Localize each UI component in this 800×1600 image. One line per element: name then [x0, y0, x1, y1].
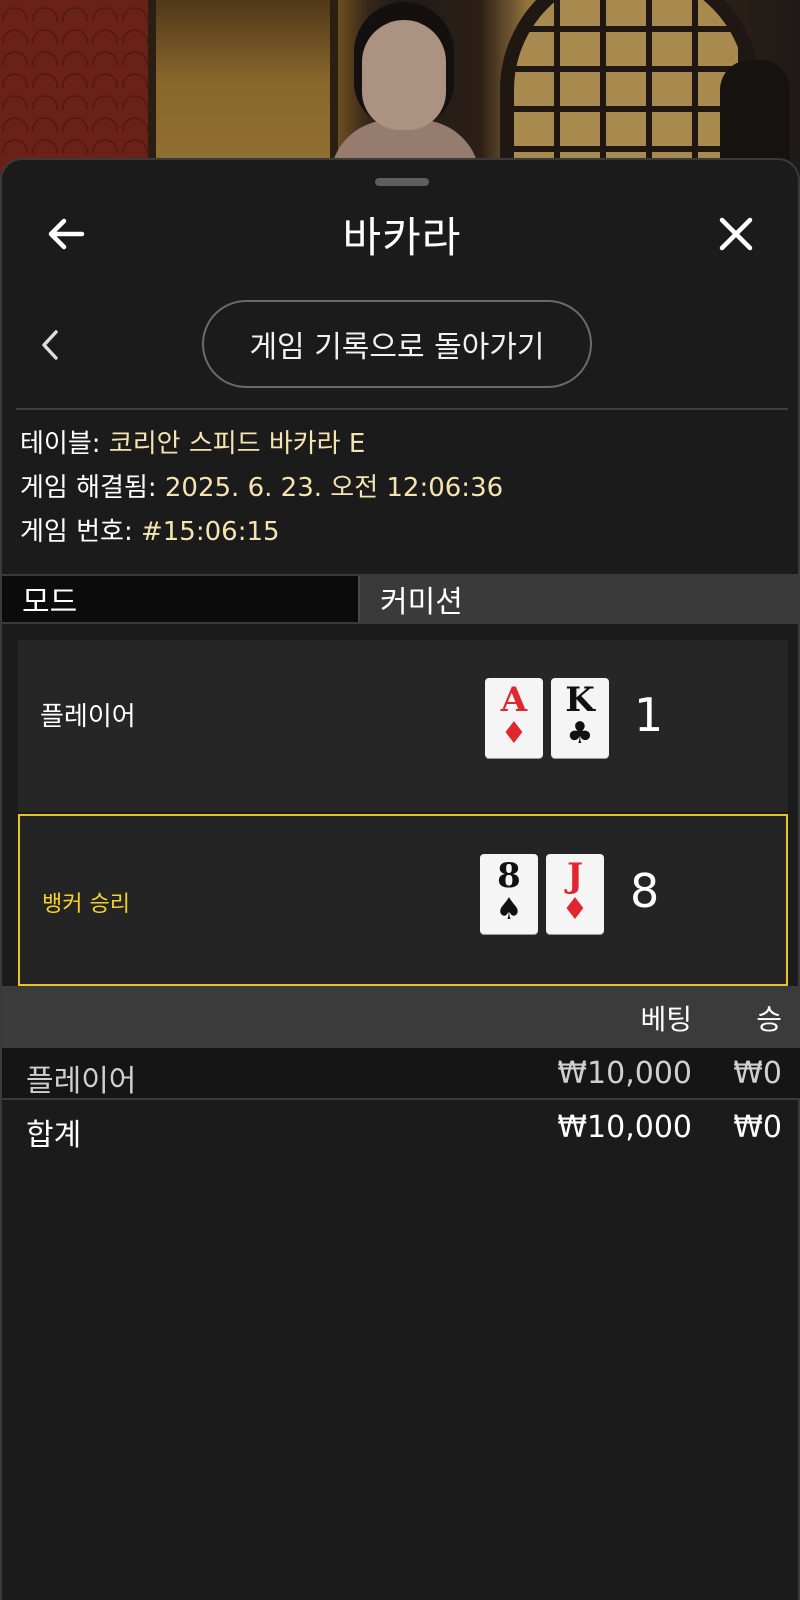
resolved-value: 2025. 6. 23. 오전 12:06:36 [164, 473, 504, 503]
sheet-drag-handle[interactable] [375, 178, 429, 186]
table-row: 플레이어 ₩10,000 ₩0 [2, 1048, 800, 1100]
win-amount: ₩0 [733, 1056, 782, 1091]
table-info-line: 테이블: 코리안 스피드 바카라 E [20, 422, 503, 466]
game-number-line: 게임 번호: #15:06:15 [20, 510, 503, 554]
bets-table-header: 베팅 승 [2, 986, 800, 1048]
tab-bar: 모드 커미션 [2, 574, 800, 624]
total-win-amount: ₩0 [733, 1110, 782, 1145]
resolved-label: 게임 해결됨: [20, 473, 157, 503]
bet-name: 플레이어 [26, 1064, 137, 1099]
table-value: 코리안 스피드 바카라 E [108, 429, 366, 459]
tab-mode[interactable]: 모드 [2, 576, 360, 622]
banker-card-1: 8 ♠ [480, 854, 538, 934]
player-score: 1 [634, 688, 664, 742]
card-rank: 8 [497, 856, 521, 896]
page-title: 바카라 [342, 213, 462, 262]
banker-result-row: 뱅커 승리 8 ♠ J ♦ 8 [18, 814, 788, 986]
tab-commission[interactable]: 커미션 [360, 576, 800, 622]
player-card-2: K ♣ [551, 678, 609, 758]
back-to-history-button[interactable]: 게임 기록으로 돌아가기 [202, 300, 592, 388]
diamond-suit-icon: ♦ [561, 892, 589, 927]
player-result-row: 플레이어 A ♦ K ♣ 1 [18, 640, 788, 812]
spade-suit-icon: ♠ [495, 892, 523, 927]
card-rank: J [566, 856, 584, 896]
diamond-suit-icon: ♦ [500, 716, 528, 751]
table-label: 테이블: [20, 429, 101, 459]
history-nav: 게임 기록으로 돌아가기 [2, 300, 800, 390]
win-column-header: 승 [756, 1003, 782, 1036]
bet-amount: ₩10,000 [557, 1056, 692, 1091]
player-label: 플레이어 [40, 702, 136, 732]
total-label: 합계 [26, 1118, 82, 1153]
sheet-header: 바카라 [2, 196, 800, 266]
total-row: 합계 ₩10,000 ₩0 [2, 1102, 800, 1154]
close-icon[interactable] [712, 210, 760, 258]
chevron-left-icon[interactable] [36, 328, 64, 362]
banker-card-2: J ♦ [546, 854, 604, 934]
resolved-info-line: 게임 해결됨: 2025. 6. 23. 오전 12:06:36 [20, 466, 503, 510]
game-number-value: #15:06:15 [140, 517, 280, 547]
bet-column-header: 베팅 [640, 1003, 692, 1036]
divider [16, 408, 788, 410]
banker-score: 8 [630, 864, 660, 918]
total-bet-amount: ₩10,000 [557, 1110, 692, 1145]
card-rank: A [500, 680, 528, 720]
club-suit-icon: ♣ [566, 716, 594, 751]
banker-win-label: 뱅커 승리 [42, 892, 130, 917]
game-number-label: 게임 번호: [20, 517, 133, 547]
game-info: 테이블: 코리안 스피드 바카라 E 게임 해결됨: 2025. 6. 23. … [20, 422, 503, 554]
player-card-1: A ♦ [485, 678, 543, 758]
game-detail-sheet: 바카라 게임 기록으로 돌아가기 테이블: 코리안 스피드 바카라 E 게임 해… [0, 158, 800, 1600]
card-rank: K [565, 680, 595, 720]
